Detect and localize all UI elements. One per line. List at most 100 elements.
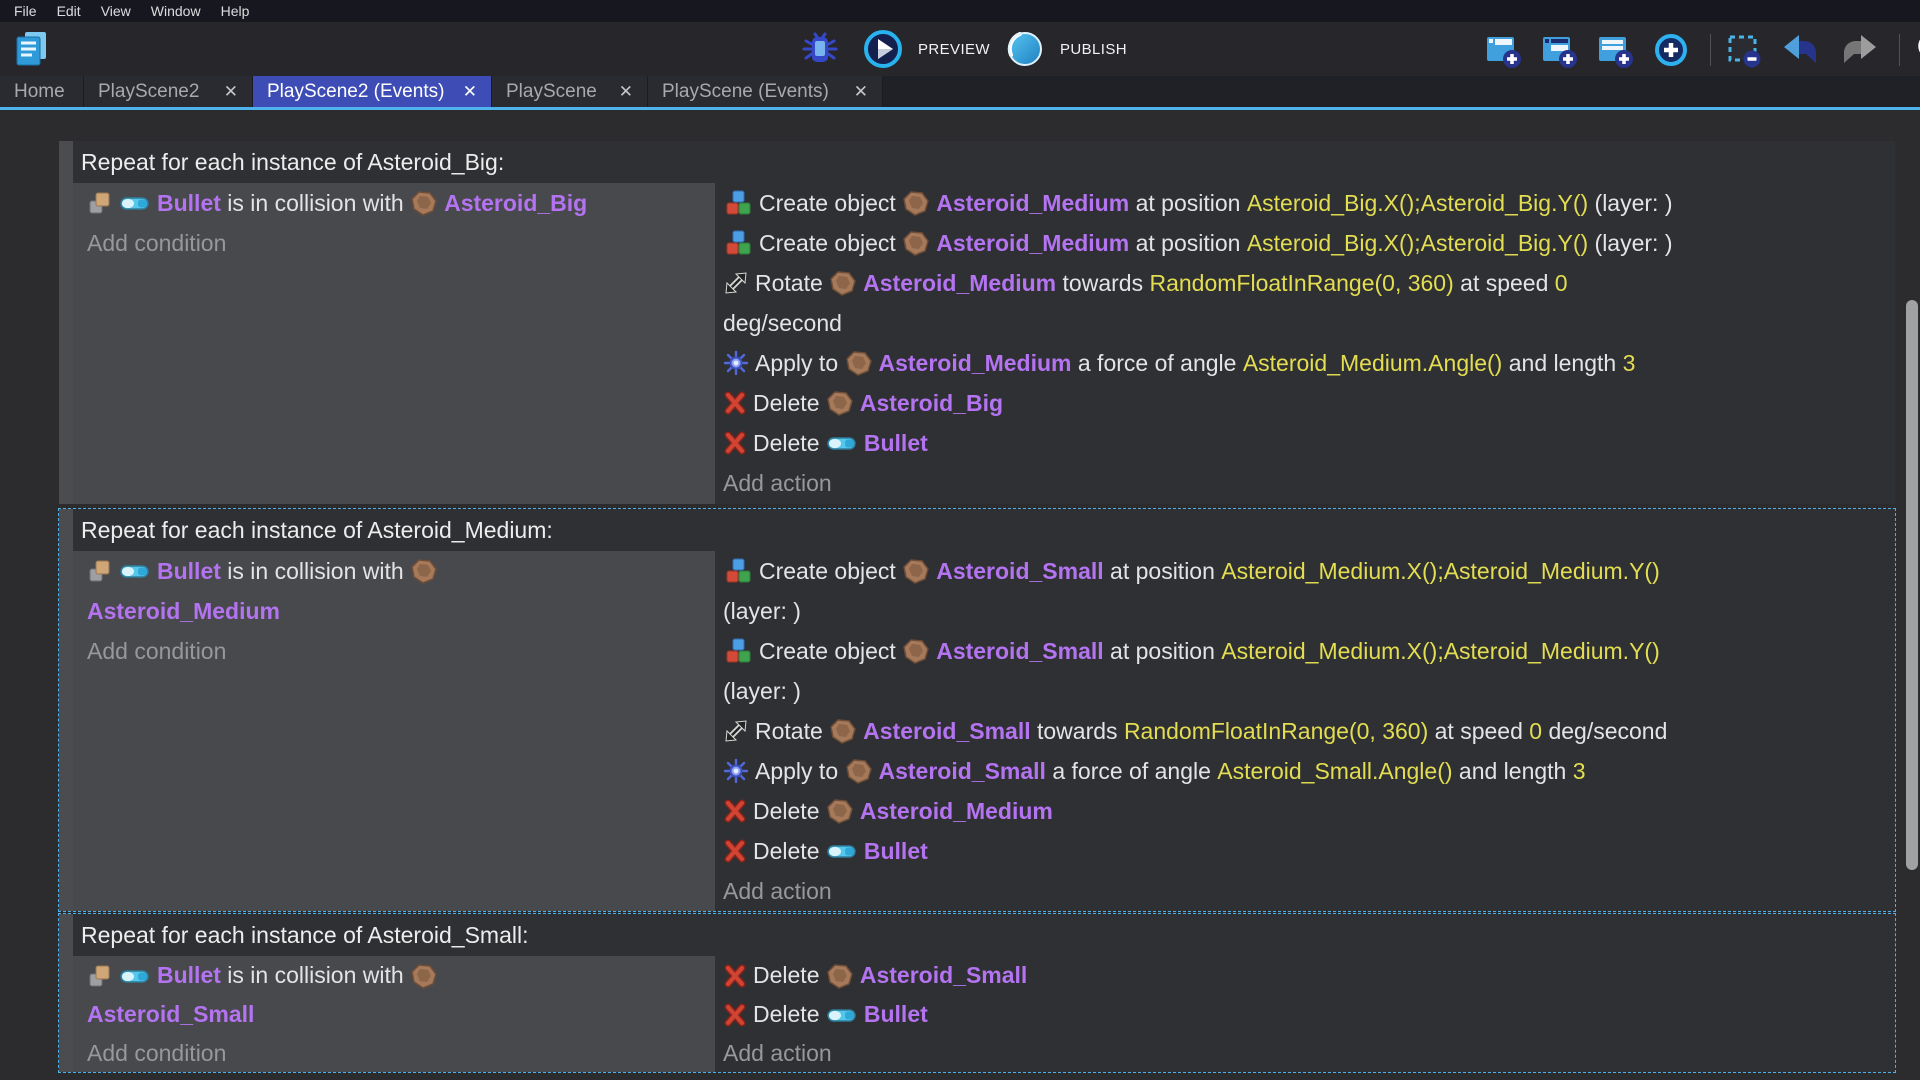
force-icon [723, 350, 749, 376]
menu-item-help[interactable]: Help [211, 0, 260, 22]
add-action-button[interactable]: Add action [715, 463, 1895, 503]
action-text: Create object [759, 558, 902, 585]
delete-selection-button[interactable] [1725, 31, 1769, 69]
add-condition-button[interactable]: Add condition [73, 1034, 715, 1072]
menu-item-file[interactable]: File [4, 0, 47, 22]
action-row[interactable]: Delete Bullet [715, 995, 1895, 1034]
add-subevent-button[interactable] [1540, 31, 1584, 69]
expression-text: Asteroid_Medium.Angle() [1243, 350, 1503, 377]
condition-row[interactable]: Bullet is in collision with [73, 551, 715, 591]
undo-button[interactable] [1781, 33, 1827, 67]
add-event-button[interactable] [1484, 31, 1528, 69]
action-row[interactable]: Create object Asteroid_Small at position… [715, 631, 1895, 671]
tab-close-icon[interactable]: ✕ [212, 82, 238, 102]
event-header[interactable]: Repeat for each instance of Asteroid_Sma… [73, 914, 1895, 956]
circle-plus-icon [1652, 31, 1690, 69]
action-row[interactable]: Rotate Asteroid_Medium towards RandomFlo… [715, 263, 1895, 303]
add-condition-button[interactable]: Add condition [73, 631, 715, 671]
action-row[interactable]: (layer: ) [715, 671, 1895, 711]
tab-close-icon[interactable]: ✕ [842, 82, 868, 102]
tab-playscene2-events-[interactable]: PlayScene2 (Events)✕ [253, 76, 492, 107]
add-condition-label: Add condition [87, 1040, 226, 1067]
object-name: Asteroid_Small [936, 558, 1103, 585]
conditions-column[interactable]: Bullet is in collision with Asteroid_Big… [73, 183, 715, 504]
preview-button[interactable]: PREVIEW [862, 28, 990, 70]
event-block[interactable]: Repeat for each instance of Asteroid_Med… [58, 508, 1896, 912]
bullet-icon [826, 842, 858, 860]
object-name: Bullet [157, 190, 221, 217]
action-row[interactable]: Delete Asteroid_Big [715, 383, 1895, 423]
condition-row[interactable]: Asteroid_Medium [73, 591, 715, 631]
action-text: a force of angle [1046, 758, 1217, 785]
bullet-icon [119, 194, 151, 212]
asteroid-icon [902, 557, 930, 585]
delete-icon [723, 839, 747, 863]
event-grip[interactable] [59, 914, 73, 1072]
action-row[interactable]: Delete Bullet [715, 831, 1895, 871]
bug-icon [798, 28, 842, 70]
action-text: is in collision with [221, 558, 410, 585]
action-row[interactable]: Apply to Asteroid_Small a force of angle… [715, 751, 1895, 791]
tab-home[interactable]: Home [0, 76, 84, 107]
action-row[interactable]: Apply to Asteroid_Medium a force of angl… [715, 343, 1895, 383]
menu-item-edit[interactable]: Edit [47, 0, 91, 22]
add-event-icon [1484, 31, 1522, 69]
debug-button[interactable] [798, 28, 848, 70]
event-header[interactable]: Repeat for each instance of Asteroid_Big… [73, 141, 1895, 183]
publish-label: PUBLISH [1060, 41, 1127, 58]
object-name: Bullet [157, 962, 221, 989]
action-text: at speed [1428, 718, 1529, 745]
add-condition-button[interactable]: Add condition [73, 223, 715, 263]
add-action-button[interactable]: Add action [715, 1034, 1895, 1072]
redo-button[interactable] [1839, 33, 1885, 67]
object-name: Asteroid_Small [879, 758, 1046, 785]
menu-item-window[interactable]: Window [141, 0, 211, 22]
conditions-column[interactable]: Bullet is in collision with Asteroid_Med… [73, 551, 715, 911]
action-row[interactable]: Create object Asteroid_Medium at positio… [715, 183, 1895, 223]
publish-button[interactable]: PUBLISH [1004, 28, 1127, 70]
add-comment-button[interactable] [1596, 31, 1640, 69]
delete-icon [723, 964, 747, 988]
event-block[interactable]: Repeat for each instance of Asteroid_Big… [58, 140, 1896, 505]
vertical-scrollbar-thumb[interactable] [1906, 300, 1918, 870]
expression-text: RandomFloatInRange(0, 360) [1149, 270, 1453, 297]
tab-close-icon[interactable]: ✕ [607, 82, 633, 102]
event-grip[interactable] [59, 509, 73, 911]
condition-row[interactable]: Bullet is in collision with Asteroid_Big [73, 183, 715, 223]
action-row[interactable]: Create object Asteroid_Small at position… [715, 551, 1895, 591]
event-header[interactable]: Repeat for each instance of Asteroid_Med… [73, 509, 1895, 551]
search-events-button[interactable] [1914, 30, 1920, 70]
delete-icon [723, 431, 747, 455]
tab-close-icon[interactable]: ✕ [451, 82, 477, 102]
action-row[interactable]: Create object Asteroid_Medium at positio… [715, 223, 1895, 263]
project-manager-icon [12, 29, 52, 69]
action-text: Rotate [755, 718, 829, 745]
actions-column[interactable]: Create object Asteroid_Small at position… [715, 551, 1895, 911]
action-row[interactable]: Rotate Asteroid_Small towards RandomFloa… [715, 711, 1895, 751]
condition-row[interactable]: Bullet is in collision with [73, 956, 715, 995]
action-row[interactable]: (layer: ) [715, 591, 1895, 631]
event-body: Repeat for each instance of Asteroid_Med… [73, 509, 1895, 911]
condition-row[interactable]: Asteroid_Small [73, 995, 715, 1034]
create-icon [723, 189, 753, 217]
action-row[interactable]: Delete Asteroid_Small [715, 956, 1895, 995]
object-name: Asteroid_Medium [879, 350, 1072, 377]
conditions-column[interactable]: Bullet is in collision with Asteroid_Sma… [73, 956, 715, 1072]
action-row[interactable]: deg/second [715, 303, 1895, 343]
event-block[interactable]: Repeat for each instance of Asteroid_Sma… [58, 913, 1896, 1073]
asteroid-icon [902, 229, 930, 257]
tab-playscene[interactable]: PlayScene✕ [492, 76, 648, 107]
event-grip[interactable] [59, 141, 73, 504]
events-sheet: Repeat for each instance of Asteroid_Big… [0, 110, 1920, 1080]
tab-playscene2[interactable]: PlayScene2✕ [84, 76, 253, 107]
actions-column[interactable]: Create object Asteroid_Medium at positio… [715, 183, 1895, 504]
menu-bar: FileEditViewWindowHelp [0, 0, 1920, 22]
menu-item-view[interactable]: View [91, 0, 141, 22]
project-manager-button[interactable] [12, 29, 58, 69]
action-row[interactable]: Delete Asteroid_Medium [715, 791, 1895, 831]
actions-column[interactable]: Delete Asteroid_SmallDelete BulletAdd ac… [715, 956, 1895, 1072]
action-row[interactable]: Delete Bullet [715, 423, 1895, 463]
tab-playscene-events-[interactable]: PlayScene (Events)✕ [648, 76, 883, 107]
add-action-button[interactable]: Add action [715, 871, 1895, 911]
add-other-event-button[interactable] [1652, 31, 1696, 69]
